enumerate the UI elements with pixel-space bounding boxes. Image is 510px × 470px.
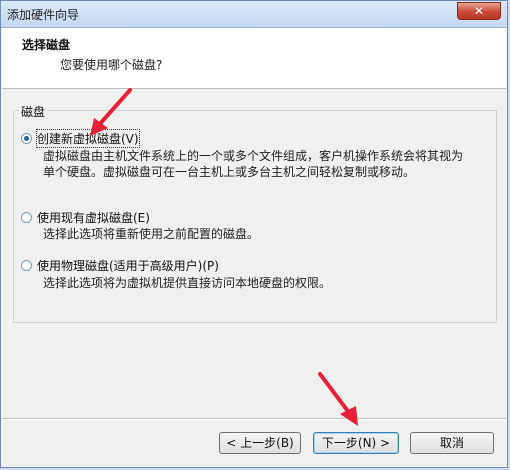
radio-use-existing-disk[interactable] — [21, 212, 32, 223]
radio-create-new-disk[interactable] — [21, 133, 32, 144]
option-use-existing-disk-description: 选择此选项将重新使用之前配置的磁盘。 — [43, 227, 260, 241]
wizard-header: 选择磁盘 您要使用哪个磁盘? — [2, 28, 506, 89]
option-use-physical-disk-description: 选择此选项将为虚拟机提供直接访问本地硬盘的权限。 — [43, 276, 332, 290]
option-create-new-disk-description: 虚拟磁盘由主机文件系统上的一个或多个文件组成，客户机操作系统会将其视为单个硬盘。… — [43, 149, 464, 179]
cancel-button[interactable]: 取消 — [410, 432, 494, 454]
annotation-arrow-icon — [90, 88, 132, 136]
footer-separator — [2, 418, 506, 420]
option-use-existing-disk[interactable]: 使用现有虚拟磁盘(E) — [21, 209, 150, 226]
annotation-arrow-icon — [318, 372, 358, 426]
title-bar[interactable]: 添加硬件向导 ✕ — [1, 1, 507, 28]
disk-group-label: 磁盘 — [19, 103, 48, 120]
back-button[interactable]: < 上一步(B) — [219, 432, 301, 454]
option-use-physical-disk[interactable]: 使用物理磁盘(适用于高级用户)(P) — [21, 257, 219, 274]
radio-use-physical-disk[interactable] — [21, 260, 32, 271]
window-title: 添加硬件向导 — [7, 8, 80, 22]
next-button[interactable]: 下一步(N) > — [313, 432, 399, 454]
close-button[interactable]: ✕ — [457, 2, 501, 20]
option-use-existing-disk-label[interactable]: 使用现有虚拟磁盘(E) — [37, 209, 150, 226]
page-title: 选择磁盘 — [22, 38, 71, 52]
page-subtitle: 您要使用哪个磁盘? — [60, 58, 163, 72]
add-hardware-wizard-window: 添加硬件向导 ✕ 选择磁盘 您要使用哪个磁盘? 磁盘 创建新虚拟磁盘(V) 虚拟… — [0, 0, 508, 468]
option-use-physical-disk-label[interactable]: 使用物理磁盘(适用于高级用户)(P) — [37, 257, 219, 274]
